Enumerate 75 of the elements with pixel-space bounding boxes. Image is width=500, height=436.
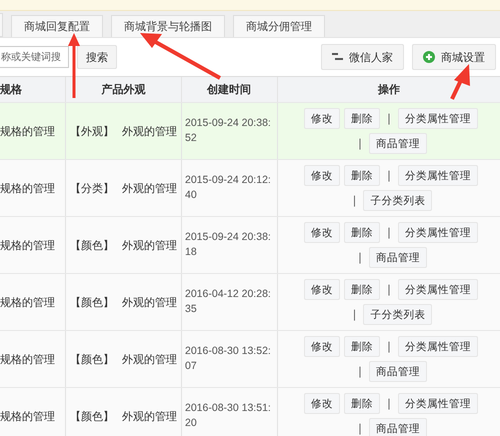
separator: | [386, 397, 392, 410]
annotation-arrow [450, 64, 470, 100]
action-button[interactable]: 分类属性管理 [398, 108, 478, 129]
table-cell: 外观的管理 [122, 294, 177, 310]
search-button[interactable]: 搜索 [77, 45, 117, 69]
tag-label: 【颜色】 [70, 294, 114, 310]
table-cell: 外观的管理 [122, 124, 177, 138]
separator: | [357, 422, 363, 435]
action-button[interactable]: 删除 [344, 279, 380, 300]
search-field[interactable]: 称或关键词搜 [0, 46, 69, 68]
column-header: 产品外观 [102, 82, 146, 97]
table-cell: 规格的管理 [0, 124, 55, 138]
action-button[interactable]: 删除 [344, 336, 380, 357]
table-cell: 外观的管理 [122, 238, 177, 252]
action-button[interactable]: 子分类列表 [363, 304, 432, 325]
separator: | [357, 365, 363, 378]
action-button[interactable]: 商品管理 [368, 361, 427, 382]
action-button[interactable]: 修改 [304, 393, 340, 414]
column-header: 操作 [378, 82, 400, 97]
separator: | [357, 137, 363, 150]
table-cell: 规格的管理 [0, 352, 55, 366]
action-button[interactable]: 分类属性管理 [398, 165, 478, 186]
action-button[interactable]: 修改 [304, 222, 340, 243]
timestamp: 2015-09-24 20:38:18 [185, 230, 272, 260]
action-button[interactable]: 删除 [344, 222, 380, 243]
separator: | [386, 283, 392, 296]
table-cell: 外观的管理 [122, 180, 177, 196]
table-cell: 规格的管理 [0, 238, 55, 252]
tag-label: 【颜色】 [70, 352, 114, 366]
column-header: 创建时间 [207, 82, 251, 97]
separator: | [386, 226, 392, 239]
action-button[interactable]: 分类属性管理 [398, 222, 478, 243]
separator: | [386, 112, 392, 125]
annotation-arrow [68, 33, 80, 98]
tab[interactable]: 商城回复配置 [11, 15, 103, 37]
table-cell: 外观的管理 [122, 352, 177, 366]
separator: | [386, 169, 392, 182]
plus-icon [423, 51, 435, 63]
table-cell: 外观的管理 [122, 408, 177, 424]
action-button[interactable]: 删除 [344, 108, 380, 129]
column-header: 规格 [0, 82, 22, 97]
action-button[interactable]: 修改 [304, 165, 340, 186]
tag-label: 【颜色】 [70, 408, 114, 424]
action-button[interactable]: 分类属性管理 [398, 336, 478, 357]
timestamp: 2016-08-30 13:51:20 [185, 401, 272, 431]
timestamp: 2016-04-12 20:28:35 [185, 287, 272, 317]
action-button[interactable]: 商品管理 [368, 418, 427, 436]
settings-button[interactable]: 商城设置 [412, 44, 496, 70]
tag-label: 【外观】 [70, 124, 114, 138]
separator: | [357, 251, 363, 264]
action-button[interactable]: 修改 [304, 108, 340, 129]
timestamp: 2016-08-30 13:52:07 [185, 344, 272, 374]
table-cell: 规格的管理 [0, 294, 55, 310]
action-button[interactable]: 删除 [344, 393, 380, 414]
action-button[interactable]: 分类属性管理 [398, 279, 478, 300]
tab[interactable]: 商城背景与轮播图 [111, 15, 225, 37]
timestamp: 2015-09-24 20:12:40 [185, 173, 272, 203]
tab[interactable]: 商城分佣管理 [233, 15, 325, 37]
tag-label: 【分类】 [70, 180, 114, 196]
action-button[interactable]: 修改 [304, 336, 340, 357]
action-button[interactable]: 商品管理 [368, 133, 427, 154]
separator: | [386, 340, 392, 353]
action-button[interactable]: 子分类列表 [363, 190, 432, 211]
separator: | [352, 308, 358, 321]
timestamp: 2015-09-24 20:38:52 [185, 116, 272, 146]
lines-icon [332, 53, 343, 61]
separator: | [352, 194, 358, 207]
table-cell: 规格的管理 [0, 180, 55, 196]
action-button[interactable]: 删除 [344, 165, 380, 186]
toolbar-button[interactable]: 微信人家 [321, 44, 404, 70]
action-button[interactable]: 商品管理 [368, 247, 427, 268]
table-cell: 规格的管理 [0, 408, 55, 424]
action-button[interactable]: 修改 [304, 279, 340, 300]
tag-label: 【颜色】 [70, 238, 114, 252]
action-button[interactable]: 分类属性管理 [398, 393, 478, 414]
